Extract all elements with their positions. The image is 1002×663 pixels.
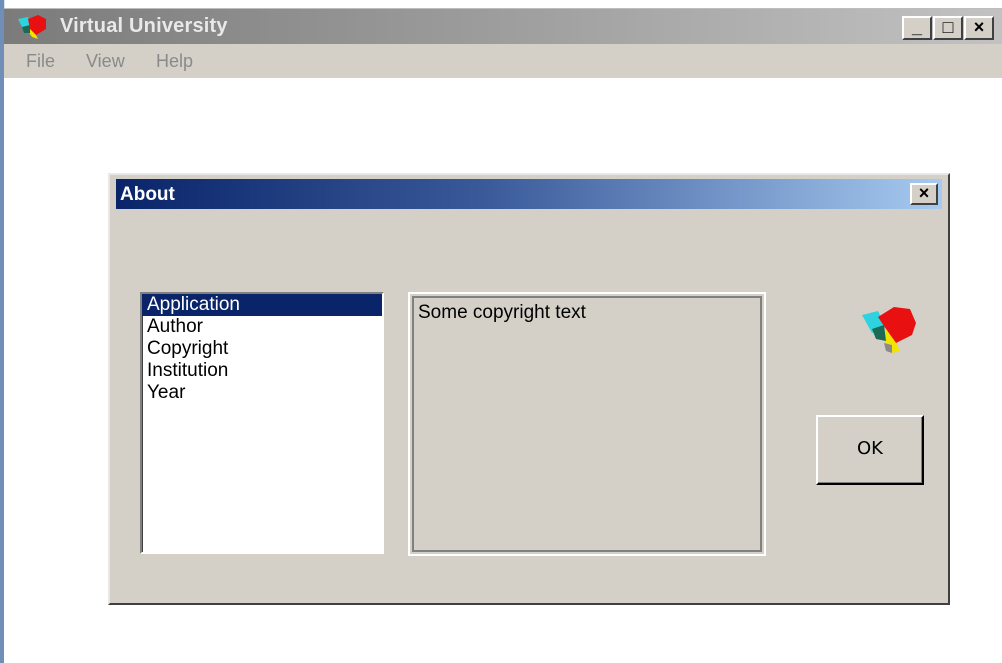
list-item-copyright[interactable]: Copyright — [142, 338, 382, 360]
virtual-university-logo-icon — [862, 307, 916, 353]
app-titlebar[interactable]: Virtual University _ □ × — [4, 8, 1002, 45]
menubar: File View Help — [4, 44, 1002, 78]
dialog-title: About — [120, 184, 175, 205]
close-icon: × — [918, 183, 930, 203]
dialog-close-button[interactable]: × — [910, 183, 938, 205]
minimize-icon: _ — [911, 17, 922, 37]
minimize-button[interactable]: _ — [902, 16, 932, 40]
about-content-panel: Some copyright text — [408, 292, 766, 556]
screen: Virtual University _ □ × File View Help … — [0, 0, 1002, 663]
close-button[interactable]: × — [964, 16, 994, 40]
app-title: Virtual University — [60, 15, 228, 37]
about-category-list[interactable]: Application Author Copyright Institution… — [140, 292, 384, 554]
list-item-application[interactable]: Application — [142, 294, 382, 316]
close-icon: × — [973, 17, 985, 37]
maximize-icon: □ — [942, 17, 954, 37]
menu-view[interactable]: View — [86, 51, 125, 72]
list-item-year[interactable]: Year — [142, 382, 382, 404]
about-dialog: About × Application Author Copyright Ins… — [108, 173, 950, 605]
menu-file[interactable]: File — [26, 51, 55, 72]
menu-help[interactable]: Help — [156, 51, 193, 72]
ok-button[interactable]: OK — [816, 415, 924, 485]
virtual-university-logo-icon — [18, 15, 46, 39]
content-text: Some copyright text — [418, 302, 586, 323]
dialog-titlebar[interactable]: About × — [116, 179, 942, 209]
list-item-author[interactable]: Author — [142, 316, 382, 338]
list-item-institution[interactable]: Institution — [142, 360, 382, 382]
maximize-button[interactable]: □ — [933, 16, 963, 40]
